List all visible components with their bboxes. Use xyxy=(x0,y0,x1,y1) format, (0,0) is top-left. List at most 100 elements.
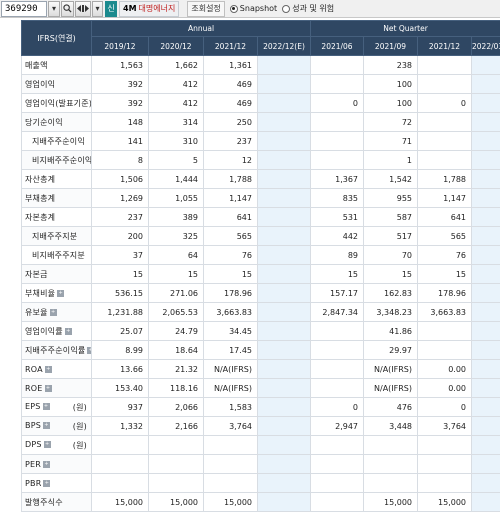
row-label: 발행주식수 xyxy=(22,493,92,512)
table-row: PBR xyxy=(22,474,500,493)
value-cell xyxy=(149,455,204,474)
value-cell xyxy=(472,493,500,512)
row-label: ROA xyxy=(22,360,92,379)
value-cell xyxy=(258,265,311,284)
value-cell xyxy=(311,132,364,151)
value-cell: 24.79 xyxy=(149,322,204,341)
value-cell: 314 xyxy=(149,113,204,132)
row-label-text: 부채비율 xyxy=(25,289,55,298)
value-cell xyxy=(472,94,500,113)
value-cell xyxy=(204,474,258,493)
table-row: 유보율1,231.882,065.533,663.832,847.343,348… xyxy=(22,303,500,322)
view-radio-label: 성과 및 위험 xyxy=(292,3,334,14)
value-cell xyxy=(149,474,204,493)
view-radio-performance[interactable]: 성과 및 위험 xyxy=(282,3,334,14)
value-cell: 3,348.23 xyxy=(364,303,418,322)
info-icon[interactable] xyxy=(43,461,50,468)
info-icon[interactable] xyxy=(43,403,50,410)
value-cell: 1,147 xyxy=(418,189,472,208)
value-cell: 29.97 xyxy=(364,341,418,360)
info-icon[interactable] xyxy=(45,366,52,373)
value-cell: 15,000 xyxy=(364,493,418,512)
value-cell: N/A(IFRS) xyxy=(364,379,418,398)
value-cell: 835 xyxy=(311,189,364,208)
value-cell: 141 xyxy=(92,132,149,151)
info-icon[interactable] xyxy=(65,328,72,335)
info-icon[interactable] xyxy=(50,309,57,316)
value-cell: 271.06 xyxy=(149,284,204,303)
options-button[interactable]: ▾ xyxy=(92,1,103,17)
info-icon[interactable] xyxy=(43,480,50,487)
value-cell: 200 xyxy=(92,227,149,246)
value-cell: 64 xyxy=(149,246,204,265)
value-cell: 641 xyxy=(418,208,472,227)
info-icon[interactable] xyxy=(44,441,51,448)
prev-next-button[interactable] xyxy=(75,1,91,17)
value-cell: 157.17 xyxy=(311,284,364,303)
view-radio-label: Snapshot xyxy=(240,4,277,13)
value-cell xyxy=(364,474,418,493)
value-cell xyxy=(258,75,311,94)
value-cell xyxy=(472,265,500,284)
value-cell xyxy=(418,75,472,94)
value-cell: 310 xyxy=(149,132,204,151)
dropdown-button[interactable]: ▾ xyxy=(48,1,60,17)
search-button[interactable] xyxy=(61,1,74,17)
value-cell xyxy=(472,474,500,493)
value-cell xyxy=(472,436,500,455)
table-row: PER xyxy=(22,455,500,474)
value-cell: 0 xyxy=(418,94,472,113)
row-label: 비지배주주지분 xyxy=(22,246,92,265)
value-cell xyxy=(311,151,364,170)
toolbar: 369290 ▾ ▾ 신 4M 대명에너지 조회설정 Snapshot 성과 및… xyxy=(0,0,500,18)
value-cell xyxy=(92,455,149,474)
value-cell: 3,448 xyxy=(364,417,418,436)
radio-unselected-icon xyxy=(282,5,290,13)
row-unit: (원) xyxy=(73,402,87,413)
info-icon[interactable] xyxy=(45,385,52,392)
value-cell xyxy=(258,455,311,474)
value-cell: 1,506 xyxy=(92,170,149,189)
table-row: 비지배주주순이익85121 xyxy=(22,151,500,170)
row-label-text: 자산총계 xyxy=(25,175,55,184)
row-label: ROE xyxy=(22,379,92,398)
value-cell: 442 xyxy=(311,227,364,246)
row-label: 부채비율 xyxy=(22,284,92,303)
row-label: 자산총계 xyxy=(22,170,92,189)
info-icon[interactable] xyxy=(43,422,50,429)
row-label-text: 자본금 xyxy=(25,270,48,279)
value-cell xyxy=(258,227,311,246)
stock-code-input[interactable]: 369290 xyxy=(1,1,47,17)
value-cell: 21.32 xyxy=(149,360,204,379)
value-cell: 3,764 xyxy=(418,417,472,436)
value-cell: 13.66 xyxy=(92,360,149,379)
info-icon[interactable] xyxy=(87,347,91,354)
value-cell xyxy=(258,94,311,113)
stock-name-tag: 4M 대명에너지 xyxy=(119,1,179,17)
query-settings-button[interactable]: 조회설정 xyxy=(187,1,224,17)
period-header: 2021/06 xyxy=(311,37,364,56)
value-cell: 15,000 xyxy=(418,493,472,512)
value-cell: 5 xyxy=(149,151,204,170)
row-label: 유보율 xyxy=(22,303,92,322)
value-cell: 1,147 xyxy=(204,189,258,208)
value-cell: 1,361 xyxy=(204,56,258,75)
value-cell xyxy=(258,398,311,417)
info-icon[interactable] xyxy=(57,290,64,297)
row-label: 비지배주주순이익 xyxy=(22,151,92,170)
value-cell: 8.99 xyxy=(92,341,149,360)
value-cell: 71 xyxy=(364,132,418,151)
value-cell: 2,066 xyxy=(149,398,204,417)
value-cell xyxy=(472,189,500,208)
value-cell: 0 xyxy=(311,398,364,417)
arrows-icon xyxy=(77,4,89,13)
value-cell xyxy=(258,417,311,436)
value-cell: 0.00 xyxy=(418,360,472,379)
value-cell: 1,788 xyxy=(418,170,472,189)
view-radio-snapshot[interactable]: Snapshot xyxy=(230,4,277,13)
value-cell xyxy=(472,246,500,265)
value-cell xyxy=(418,151,472,170)
value-cell xyxy=(418,341,472,360)
row-label-text: 부채총계 xyxy=(25,194,55,203)
value-cell: 12 xyxy=(204,151,258,170)
